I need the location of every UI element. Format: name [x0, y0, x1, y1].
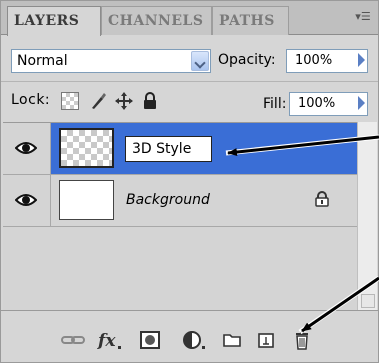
opacity-label: Opacity: — [218, 52, 276, 68]
tab-paths[interactable]: PATHS — [212, 6, 289, 35]
lock-row: Lock: Fill: 100% — [1, 81, 378, 121]
lock-position-icon[interactable] — [115, 92, 133, 110]
opacity-field[interactable]: 100% — [286, 49, 368, 73]
layers-scrollbar[interactable] — [357, 122, 377, 310]
eye-icon — [15, 194, 37, 206]
delete-layer-icon[interactable] — [291, 329, 313, 351]
layer-name-input[interactable]: 3D Style — [125, 136, 212, 162]
panel-menu-icon[interactable]: ▾☰ — [354, 10, 372, 24]
new-layer-icon[interactable] — [255, 329, 277, 351]
layer-thumbnail[interactable] — [59, 180, 114, 220]
new-group-icon[interactable] — [221, 329, 243, 351]
visibility-toggle[interactable] — [3, 175, 51, 226]
bottom-toolbar: fx — [1, 310, 378, 362]
layers-list: 3D Style Background — [3, 122, 357, 310]
eye-icon — [15, 142, 37, 154]
lock-all-icon[interactable] — [141, 92, 159, 110]
opacity-slider-arrow-icon[interactable] — [358, 53, 365, 67]
fill-slider-arrow-icon[interactable] — [358, 96, 365, 110]
chevron-down-icon[interactable] — [191, 51, 209, 71]
svg-text:fx: fx — [97, 331, 116, 351]
add-mask-icon[interactable] — [139, 329, 161, 351]
tab-channels[interactable]: CHANNELS — [101, 6, 212, 35]
blend-mode-select[interactable]: Normal — [11, 49, 211, 73]
layer-name[interactable]: Background — [126, 192, 210, 208]
fill-field[interactable]: 100% — [289, 92, 368, 116]
lock-image-icon[interactable] — [89, 92, 107, 110]
scroll-down-button[interactable] — [361, 294, 375, 308]
layer-style-fx-icon[interactable]: fx — [97, 329, 121, 351]
blend-mode-value: Normal — [17, 53, 68, 69]
layer-row-3d-style[interactable]: 3D Style — [3, 123, 357, 175]
link-layers-icon[interactable] — [61, 329, 85, 351]
lock-icon — [315, 191, 329, 207]
visibility-toggle[interactable] — [3, 123, 51, 174]
lock-label: Lock: — [11, 92, 51, 108]
opacity-value: 100% — [295, 53, 333, 68]
adjustment-layer-icon[interactable] — [181, 329, 205, 351]
blend-row: Normal Opacity: 100% — [1, 35, 378, 77]
fill-label: Fill: — [263, 96, 287, 112]
tab-bar: LAYERS CHANNELS PATHS ▾☰ — [1, 1, 378, 36]
lock-transparent-icon[interactable] — [61, 92, 79, 110]
layer-thumbnail[interactable] — [59, 128, 114, 168]
tab-layers[interactable]: LAYERS — [7, 6, 101, 36]
layer-row-background[interactable]: Background — [3, 175, 357, 227]
layers-panel: LAYERS CHANNELS PATHS ▾☰ Normal Opacity:… — [0, 0, 379, 363]
fill-value: 100% — [298, 96, 336, 111]
